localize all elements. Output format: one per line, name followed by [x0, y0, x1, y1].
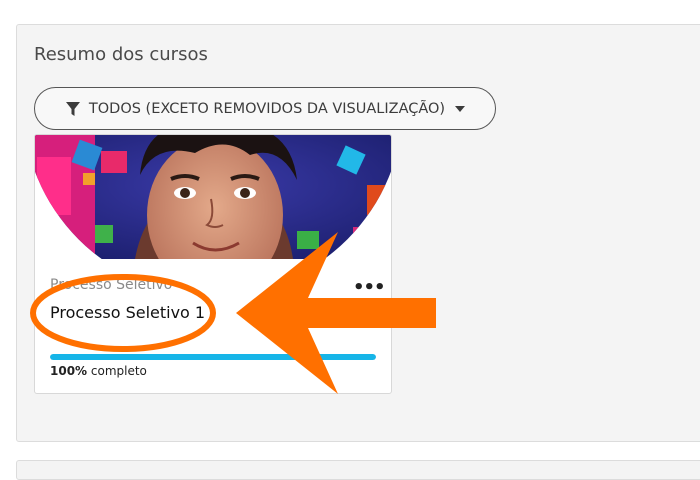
course-image[interactable]: [35, 135, 391, 259]
filter-icon: [65, 101, 81, 117]
caret-down-icon: [455, 105, 466, 112]
course-filter-dropdown[interactable]: TODOS (EXCETO REMOVIDOS DA VISUALIZAÇÃO): [34, 87, 496, 130]
progress-value: 100%: [50, 364, 88, 378]
block-title: Resumo dos cursos: [34, 44, 208, 65]
course-category: Processo Seletivo: [50, 277, 173, 293]
progress-bar-fill: [50, 354, 376, 360]
more-options-icon[interactable]: •••: [353, 277, 386, 298]
progress-bar: [50, 354, 376, 360]
next-block-panel: [16, 460, 700, 480]
filter-label: TODOS (EXCETO REMOVIDOS DA VISUALIZAÇÃO): [88, 100, 446, 117]
course-card[interactable]: Processo Seletivo ••• Processo Seletivo …: [34, 134, 392, 394]
progress-text: 100% completo: [50, 364, 147, 378]
course-name-link[interactable]: Processo Seletivo 1: [50, 303, 205, 322]
progress-suffix: completo: [87, 364, 147, 378]
